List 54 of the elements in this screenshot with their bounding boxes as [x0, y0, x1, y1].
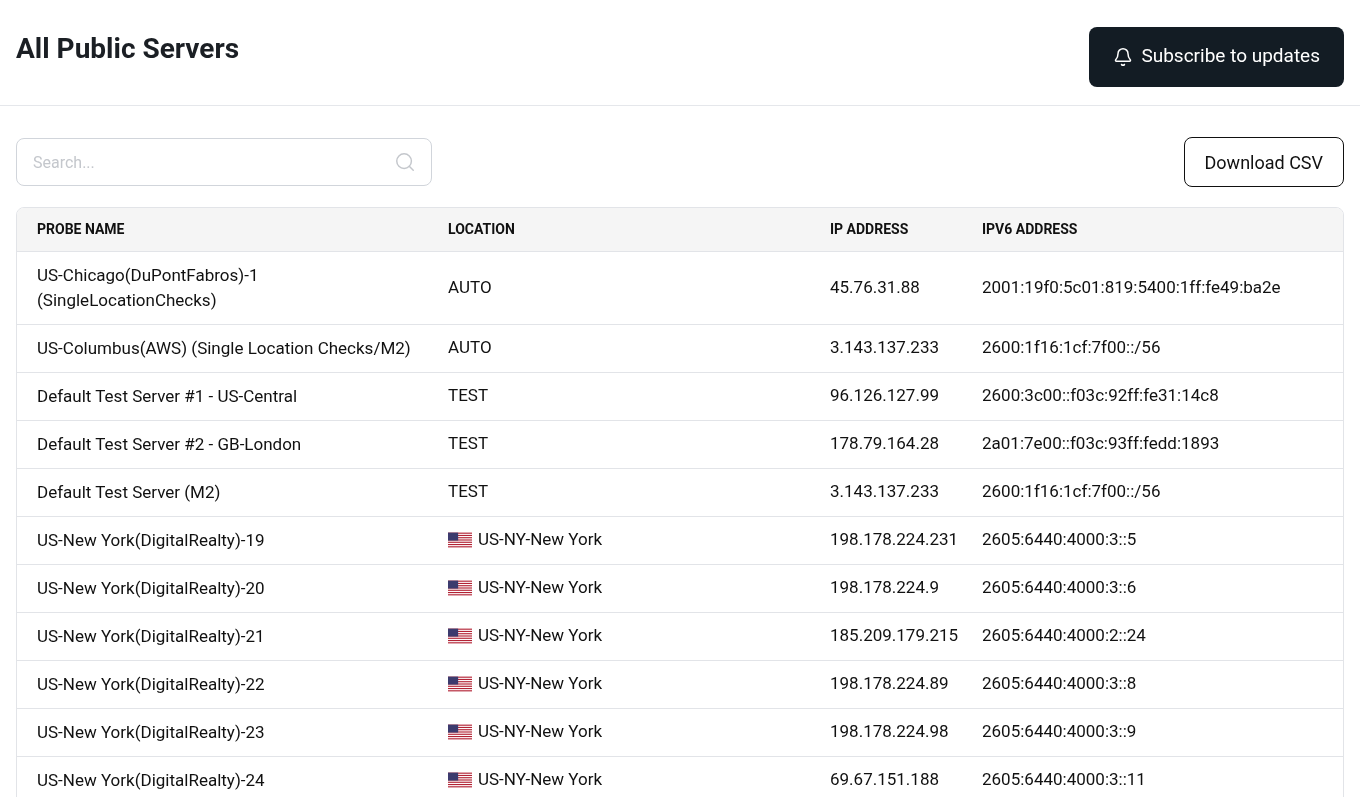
probe-name-cell: US-New York(DigitalRealty)-23	[37, 721, 265, 742]
probe-name-cell: Default Test Server #2 - GB-London	[37, 433, 302, 454]
location-cell-text: US-NY-New York	[478, 528, 603, 552]
probe-name-cell: Default Test Server #1 - US-Central	[37, 385, 298, 406]
search-field[interactable]: Search...	[16, 138, 432, 186]
probe-name-cell: US-New York(DigitalRealty)-20	[37, 577, 265, 598]
ipv6-address-cell: 2605:6440:4000:3::11	[982, 769, 1146, 790]
probe-name-cell: US-New York(DigitalRealty)-19	[37, 529, 265, 550]
ipv6-address-cell: 2605:6440:4000:3::8	[982, 673, 1137, 694]
page-title: All Public Servers	[16, 30, 240, 67]
column-header: PROBE NAME	[37, 220, 125, 237]
download-csv-button[interactable]: Download CSV	[1183, 137, 1344, 187]
ipv6-address-cell: 2600:1f16:1cf:7f00::/56	[982, 481, 1161, 502]
ip-address-cell: 96.126.127.99	[830, 385, 939, 406]
ip-address-cell: 69.67.151.188	[830, 769, 939, 790]
location-cell-text: AUTO	[448, 336, 492, 360]
ipv6-address-cell: 2605:6440:4000:3::6	[982, 577, 1137, 598]
ip-address-cell: 198.178.224.9	[830, 577, 939, 598]
probe-name-cell: US-Chicago(DuPontFabros)-1 (SingleLocationChecks)	[37, 264, 259, 310]
ipv6-address-cell: 2605:6440:4000:2::24	[982, 625, 1146, 646]
location-cell-text: TEST	[448, 480, 489, 504]
location-cell-text: US-NY-New York	[478, 672, 603, 696]
ipv6-address-cell: 2a01:7e00::f03c:93ff:fedd:1893	[982, 433, 1220, 454]
ip-address-cell: 178.79.164.28	[830, 433, 939, 454]
probe-name-cell: US-New York(DigitalRealty)-22	[37, 673, 265, 694]
search-icon	[394, 151, 416, 173]
location-cell-text: TEST	[448, 432, 489, 456]
ip-address-cell: 185.209.179.215	[830, 625, 959, 646]
column-header: LOCATION	[448, 220, 515, 237]
ipv6-address-cell: 2600:1f16:1cf:7f00::/56	[982, 337, 1161, 358]
location-cell-text: AUTO	[448, 275, 492, 299]
probe-name-cell: Default Test Server (M2)	[37, 481, 221, 502]
ip-address-cell: 198.178.224.98	[830, 721, 949, 742]
location-cell-text: US-NY-New York	[478, 768, 603, 792]
location-cell-text: US-NY-New York	[478, 576, 603, 600]
ipv6-address-cell: 2600:3c00::f03c:92ff:fe31:14c8	[982, 385, 1219, 406]
location-cell-text: US-NY-New York	[478, 720, 603, 744]
ip-address-cell: 198.178.224.231	[830, 529, 959, 550]
probe-name-cell: US-New York(DigitalRealty)-21	[37, 625, 265, 646]
column-header: IPV6 ADDRESS	[982, 220, 1078, 237]
location-cell-text: US-NY-New York	[478, 624, 603, 648]
ip-address-cell: 3.143.137.233	[830, 337, 939, 358]
probe-name-cell: US-Columbus(AWS) (Single Location Checks/M2)	[37, 337, 411, 358]
probe-name-cell: US-New York(DigitalRealty)-24	[37, 769, 265, 790]
ipv6-address-cell: 2605:6440:4000:3::5	[982, 529, 1137, 550]
bell-icon	[1113, 46, 1134, 67]
ipv6-address-cell: 2001:19f0:5c01:819:5400:1ff:fe49:ba2e	[982, 276, 1281, 297]
location-cell-text: TEST	[448, 384, 489, 408]
column-header: IP ADDRESS	[830, 220, 909, 237]
ip-address-cell: 198.178.224.89	[830, 673, 949, 694]
ip-address-cell: 45.76.31.88	[830, 276, 920, 297]
subscribe-button[interactable]: Subscribe to updates	[1089, 26, 1344, 87]
ip-address-cell: 3.143.137.233	[830, 481, 939, 502]
ipv6-address-cell: 2605:6440:4000:3::9	[982, 721, 1137, 742]
